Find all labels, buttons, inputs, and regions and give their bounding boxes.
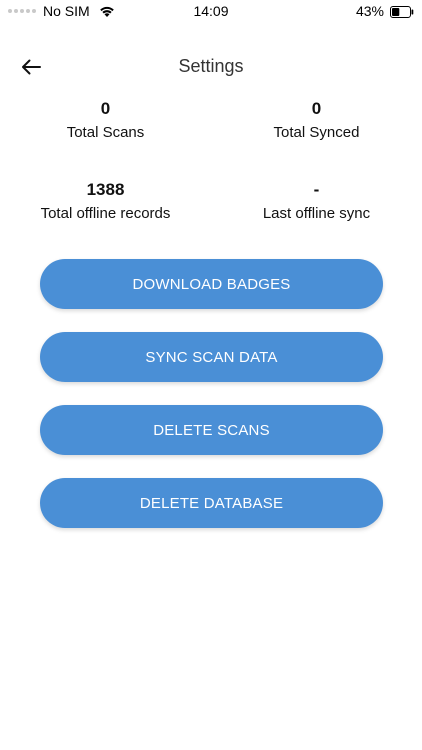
page-title: Settings [178, 56, 244, 76]
stat-value: 0 [311, 99, 322, 118]
stat-value: 1388 [86, 180, 125, 199]
delete-database-button[interactable]: DELETE DATABASE [40, 478, 383, 528]
stat-last-offline-sync: - Last offline sync [211, 179, 422, 251]
stat-label: Total offline records [40, 205, 171, 222]
header: Settings [0, 50, 422, 84]
stat-total-scans: 0 Total Scans [0, 98, 211, 170]
actions-list: DOWNLOAD BADGES SYNC SCAN DATA DELETE SC… [40, 259, 383, 551]
sync-scan-data-button[interactable]: SYNC SCAN DATA [40, 332, 383, 382]
battery-icon [390, 5, 414, 18]
stat-total-offline-records: 1388 Total offline records [0, 179, 211, 251]
delete-scans-button[interactable]: DELETE SCANS [40, 405, 383, 455]
status-bar: No SIM 14:09 43% [0, 0, 422, 24]
stat-label: Last offline sync [262, 205, 371, 222]
stats-panel: 0 Total Scans 0 Total Synced 1388 Total … [0, 98, 422, 260]
stat-label: Total Synced [273, 124, 360, 141]
status-right: 43% [356, 3, 414, 19]
stats-row: 1388 Total offline records - Last offlin… [0, 179, 422, 251]
stat-total-synced: 0 Total Synced [211, 98, 422, 170]
stat-label: Total Scans [66, 124, 145, 141]
download-badges-button[interactable]: DOWNLOAD BADGES [40, 259, 383, 309]
battery-percent: 43% [355, 3, 384, 19]
stat-value: 0 [100, 99, 111, 118]
stat-value: - [313, 180, 320, 199]
stats-row: 0 Total Scans 0 Total Synced [0, 98, 422, 170]
